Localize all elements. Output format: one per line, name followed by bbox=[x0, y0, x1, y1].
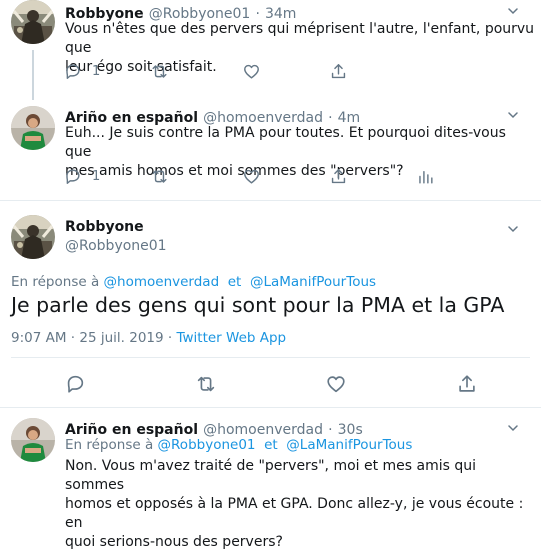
reply-icon bbox=[63, 62, 82, 81]
share-icon bbox=[329, 62, 348, 81]
display-name[interactable]: Robbyone bbox=[65, 219, 144, 235]
and-text: et bbox=[227, 274, 242, 290]
separator-dot: · bbox=[328, 422, 333, 438]
divider bbox=[0, 407, 541, 408]
tweet-header: Ariño en español @homoenverdad · 30s bbox=[65, 419, 363, 438]
tweet-text-line: mes amis homos et moi sommes des "perver… bbox=[65, 163, 404, 179]
chevron-down-icon[interactable] bbox=[507, 220, 519, 239]
share-icon bbox=[456, 373, 478, 395]
tweet-meta: 9:07 AM · 25 juil. 2019 · Twitter Web Ap… bbox=[11, 330, 286, 346]
mention-link[interactable]: @LaManifPourTous bbox=[250, 274, 376, 290]
chevron-down-icon[interactable] bbox=[507, 419, 519, 438]
share-button[interactable] bbox=[329, 167, 348, 186]
tweet-text-line: Non. Vous m'avez traité de "pervers", mo… bbox=[65, 458, 477, 493]
retweet-icon bbox=[195, 373, 217, 395]
like-button[interactable] bbox=[242, 62, 261, 81]
tweet-text-line: Vous n'êtes que des pervers qui méprisen… bbox=[65, 21, 535, 56]
like-button[interactable] bbox=[325, 373, 347, 395]
avatar[interactable] bbox=[11, 0, 55, 44]
and-text: et bbox=[264, 437, 278, 453]
reply-button[interactable]: 1 bbox=[63, 62, 100, 81]
timestamp[interactable]: 9:07 AM · 25 juil. 2019 · bbox=[11, 330, 172, 346]
tweet-text: Vous n'êtes que des pervers qui méprisen… bbox=[65, 20, 535, 77]
tweet-text-line: Euh... Je suis contre la PMA pour toutes… bbox=[65, 125, 506, 160]
display-name[interactable]: Ariño en español bbox=[65, 422, 198, 438]
like-button[interactable] bbox=[242, 167, 261, 186]
user-handle[interactable]: @homoenverdad bbox=[203, 422, 323, 438]
chevron-down-icon[interactable] bbox=[507, 106, 519, 125]
tweet-text-line: leur égo soit satisfait. bbox=[65, 59, 217, 75]
tweet-text-line: quoi serions-nous des pervers? bbox=[65, 534, 283, 550]
like-icon bbox=[242, 62, 261, 81]
focused-tweet-text: Je parle des gens qui sont pour la PMA e… bbox=[11, 293, 505, 317]
retweet-icon bbox=[150, 62, 169, 81]
divider bbox=[11, 357, 530, 358]
reply-context: En réponse à @homoenverdad et @LaManifPo… bbox=[11, 274, 376, 290]
retweet-button[interactable] bbox=[195, 373, 217, 395]
tweet-text: Euh... Je suis contre la PMA pour toutes… bbox=[65, 124, 535, 181]
mention-link[interactable]: @Robbyone01 bbox=[158, 437, 256, 453]
divider bbox=[0, 200, 541, 201]
retweet-button[interactable] bbox=[150, 167, 169, 186]
reply-count: 1 bbox=[92, 169, 101, 184]
reply-icon bbox=[64, 373, 86, 395]
reply-count: 1 bbox=[92, 64, 101, 79]
reply-button[interactable] bbox=[64, 373, 86, 395]
avatar[interactable] bbox=[11, 418, 55, 462]
reply-icon bbox=[63, 167, 82, 186]
tweet-time[interactable]: 30s bbox=[338, 422, 363, 438]
retweet-button[interactable] bbox=[150, 62, 169, 81]
avatar[interactable] bbox=[11, 215, 55, 259]
share-button[interactable] bbox=[329, 62, 348, 81]
mention-link[interactable]: @LaManifPourTous bbox=[286, 437, 412, 453]
retweet-icon bbox=[150, 167, 169, 186]
thread-line bbox=[32, 50, 34, 100]
reply-prefix: En réponse à bbox=[65, 437, 154, 453]
mention-link[interactable]: @homoenverdad bbox=[104, 274, 220, 290]
analytics-button[interactable] bbox=[416, 167, 435, 186]
tweet-text: Non. Vous m'avez traité de "pervers", mo… bbox=[65, 457, 535, 552]
tweet-text-line: homos et opposés à la PMA et GPA. Donc a… bbox=[65, 496, 524, 531]
share-button[interactable] bbox=[456, 373, 478, 395]
analytics-icon bbox=[416, 167, 435, 186]
like-icon bbox=[325, 373, 347, 395]
like-icon bbox=[242, 167, 261, 186]
user-handle[interactable]: @Robbyone01 bbox=[65, 238, 167, 254]
reply-context: En réponse à @Robbyone01 et @LaManifPour… bbox=[65, 437, 412, 453]
source-link[interactable]: Twitter Web App bbox=[176, 330, 286, 346]
reply-button[interactable]: 1 bbox=[63, 167, 100, 186]
chevron-down-icon[interactable] bbox=[507, 2, 519, 21]
avatar[interactable] bbox=[11, 106, 55, 150]
reply-prefix: En réponse à bbox=[11, 274, 100, 290]
share-icon bbox=[329, 167, 348, 186]
